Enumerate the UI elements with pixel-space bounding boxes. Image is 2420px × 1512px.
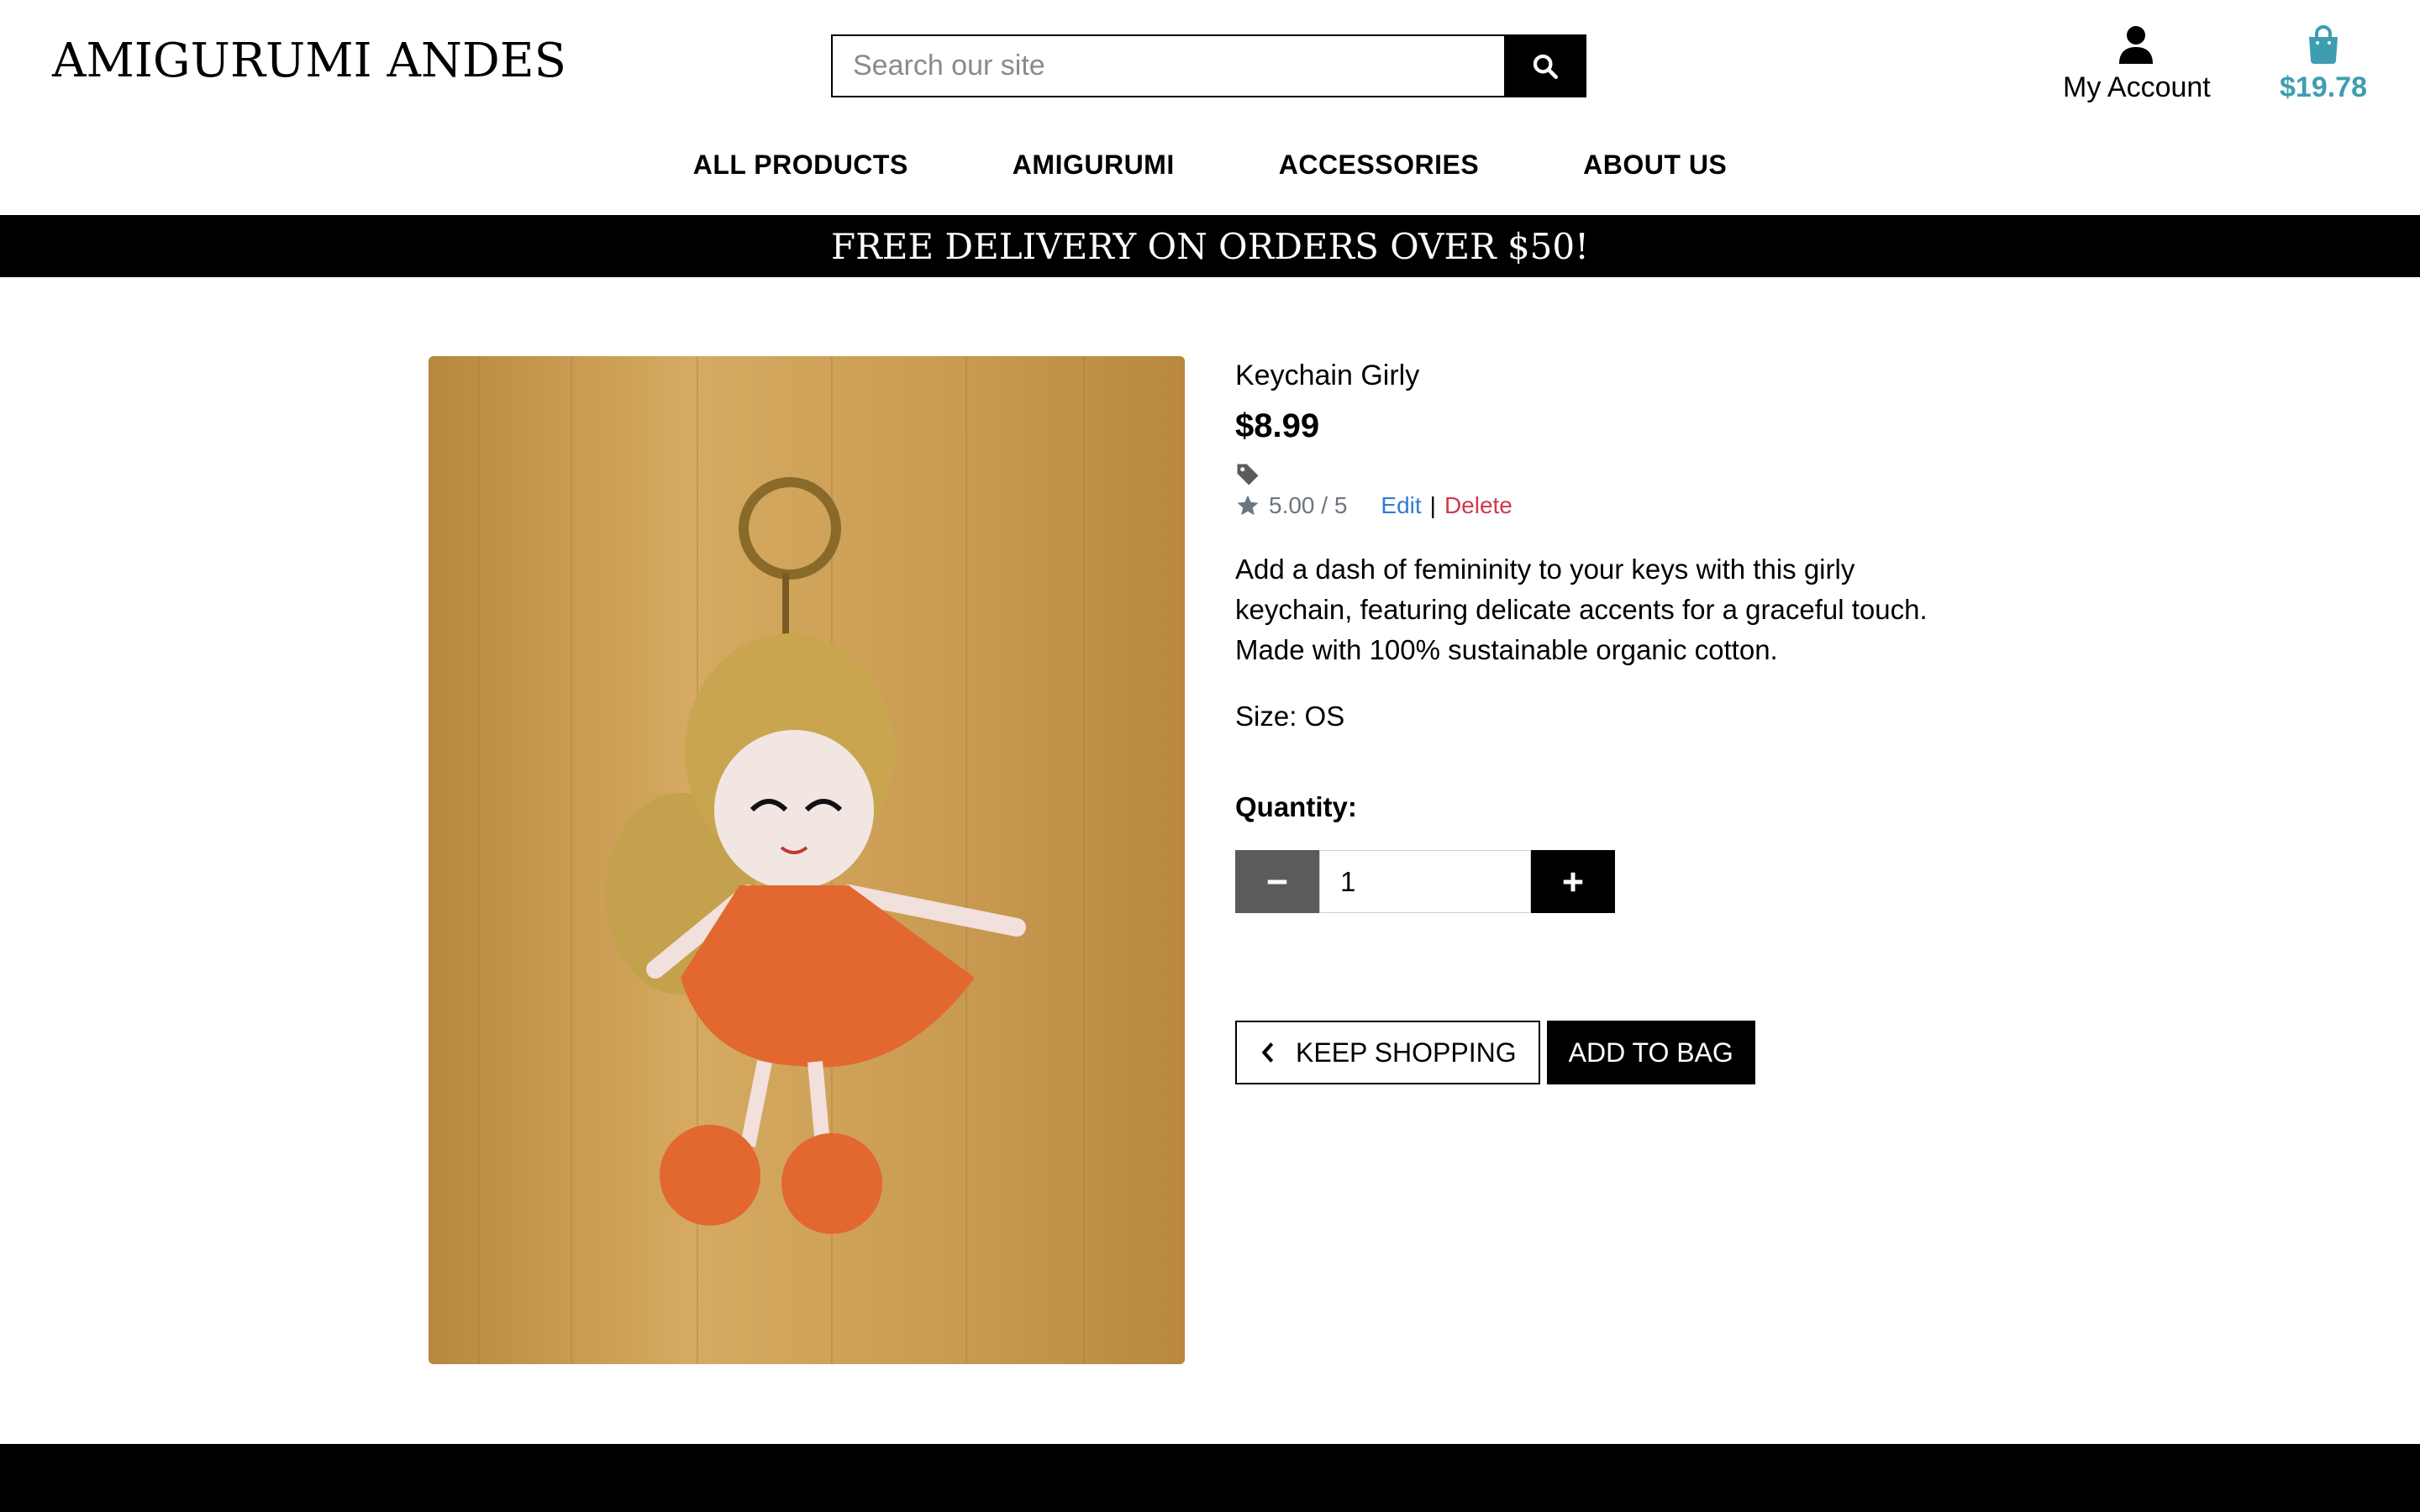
search-icon bbox=[1533, 54, 1559, 79]
increment-button[interactable] bbox=[1531, 850, 1615, 913]
quantity-stepper bbox=[1235, 850, 1949, 913]
quantity-input[interactable] bbox=[1319, 850, 1531, 913]
search-button[interactable] bbox=[1504, 34, 1586, 97]
product-name: Keychain Girly bbox=[1235, 360, 1420, 391]
product-rating: 5.00 / 5 Edit | Delete bbox=[1235, 492, 1949, 519]
decrement-button[interactable] bbox=[1235, 850, 1319, 913]
shopping-bag-link[interactable]: $19.78 bbox=[2269, 25, 2378, 104]
chevron-left-icon bbox=[1261, 1042, 1274, 1063]
keep-shopping-button[interactable]: KEEP SHOPPING bbox=[1235, 1021, 1540, 1084]
bag-total: $19.78 bbox=[2280, 71, 2367, 103]
quantity-label: Quantity: bbox=[1235, 791, 1357, 822]
user-icon bbox=[2119, 26, 2153, 64]
star-icon bbox=[1237, 495, 1259, 516]
rating-value: 5.00 / 5 bbox=[1269, 492, 1348, 518]
plus-icon bbox=[1563, 872, 1583, 891]
product-description: Add a dash of femininity to your keys wi… bbox=[1235, 554, 1928, 665]
nav-amigurumi[interactable]: AMIGURUMI bbox=[1013, 150, 1175, 181]
product-details: Keychain Girly $8.99 5.00 / 5 Edit | Del… bbox=[1235, 356, 1949, 1084]
nav-about-us[interactable]: ABOUT US bbox=[1583, 150, 1727, 181]
main-nav: ALL PRODUCTS AMIGURUMI ACCESSORIES ABOUT… bbox=[0, 150, 2420, 181]
product-image bbox=[429, 356, 1185, 1364]
edit-link[interactable]: Edit bbox=[1381, 492, 1421, 519]
site-logo[interactable]: AMIGURUMI ANDES bbox=[52, 34, 566, 88]
add-to-bag-button[interactable]: ADD TO BAG bbox=[1546, 1021, 1755, 1084]
nav-accessories[interactable]: ACCESSORIES bbox=[1279, 150, 1479, 181]
search-input[interactable] bbox=[831, 34, 1504, 97]
my-account-link[interactable]: My Account bbox=[2063, 25, 2211, 104]
search-bar bbox=[831, 34, 1586, 97]
nav-all-products[interactable]: ALL PRODUCTS bbox=[693, 150, 908, 181]
product-size: Size: OS bbox=[1235, 701, 1345, 732]
product-price: $8.99 bbox=[1235, 407, 1320, 444]
category-tag[interactable] bbox=[1235, 462, 1949, 491]
delivery-banner: FREE DELIVERY ON ORDERS OVER $50! bbox=[0, 215, 2420, 277]
delete-link[interactable]: Delete bbox=[1444, 492, 1512, 519]
keep-shopping-label: KEEP SHOPPING bbox=[1296, 1037, 1517, 1068]
minus-icon bbox=[1267, 879, 1287, 884]
product-actions: KEEP SHOPPING ADD TO BAG bbox=[1235, 1021, 1949, 1084]
account-label: My Account bbox=[2063, 71, 2211, 103]
link-separator: | bbox=[1429, 492, 1436, 518]
footer bbox=[0, 1444, 2420, 1512]
tag-icon bbox=[1237, 464, 1259, 486]
shopping-bag-icon bbox=[2309, 25, 2338, 64]
